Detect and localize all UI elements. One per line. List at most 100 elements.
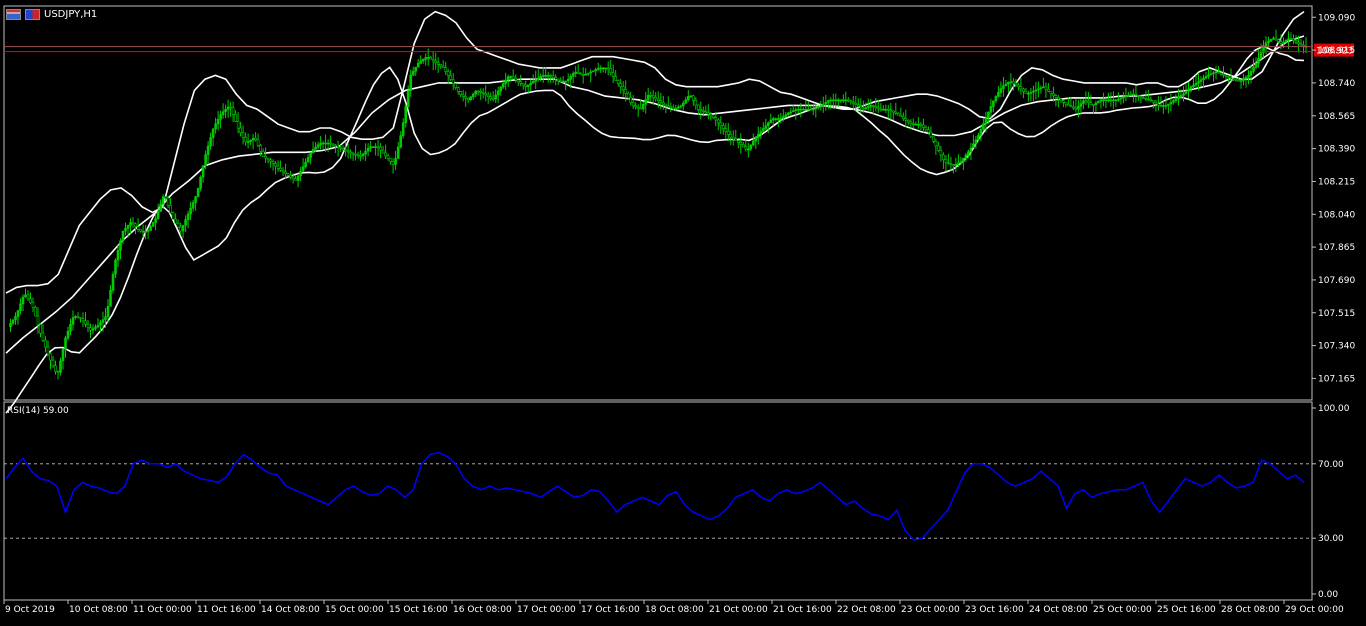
candle-body [927,129,930,133]
candle-body [376,146,380,148]
candle-body [406,90,410,107]
chart-window[interactable]: 108.923 109.090 108.915 108.740 108.565 108.… [0,0,1366,622]
time-tick-label: 23 Oct 00:00 [901,605,960,615]
candle-body [779,117,783,120]
candle-body [1137,95,1140,97]
candle-body [1009,81,1013,83]
candle-body [769,119,773,124]
candle-body [164,196,167,199]
candle-body [139,229,142,232]
candle-body [291,176,295,180]
candle-body [901,116,905,119]
candle-body [471,93,475,98]
candle-body [972,143,975,149]
candle-body [506,76,510,81]
candle-body [389,158,392,162]
candle-body [816,106,820,109]
candle-body [1104,99,1108,102]
price-tick-label: 108.740 [1318,79,1355,89]
candle-body [104,316,107,320]
candle-body [1002,85,1005,89]
candle-body [426,57,430,59]
candle-body [414,66,418,72]
candle-body [651,95,655,98]
candle-body [826,100,830,103]
candle-body [634,105,638,108]
candle-body [296,175,300,181]
candle-body [1272,37,1275,40]
candle-body [14,316,17,321]
candle-body [736,140,740,143]
candle-body [809,108,813,111]
candle-body [619,83,623,87]
time-tick-label: 17 Oct 00:00 [517,605,576,615]
candle-body [814,107,818,110]
candle-body [866,106,870,108]
candle-body [34,307,37,317]
candle-body [161,196,165,205]
candle-body [1169,102,1173,105]
candle-body [119,240,122,251]
candle-body [214,123,217,130]
candle-body [26,294,30,300]
candle-body [942,154,945,160]
candle-body [1257,57,1260,64]
candle-body [764,125,768,129]
candle-body [166,197,170,206]
candle-body [449,75,453,80]
candle-body [51,359,55,367]
candle-body [836,99,840,102]
candle-body [1274,37,1278,41]
candle-body [1302,44,1305,47]
candle-body [44,339,47,348]
candle-body [36,315,40,325]
candle-body [191,202,195,209]
candle-body [409,74,413,91]
candle-body [864,107,868,109]
candle-body [919,123,923,126]
candle-body [1147,98,1150,101]
candle-body [789,111,793,114]
candle-body [256,139,260,146]
candle-body [136,226,140,230]
rsi-tick-label: 0.00 [1318,590,1338,600]
candle-body [781,116,785,119]
candle-body [954,163,958,166]
candle-body [59,360,62,373]
candle-body [366,147,370,152]
candle-body [1094,102,1098,106]
candle-body [1159,105,1163,107]
candle-body [1242,78,1245,81]
candle-body [967,151,970,156]
candle-body [886,108,890,111]
candle-body [706,112,710,115]
candle-body [766,122,770,127]
candle-body [171,212,175,220]
candle-body [839,99,843,102]
candle-body [129,222,132,226]
candle-body [591,70,595,73]
candle-body [116,250,120,261]
candle-body [1119,97,1123,100]
candle-body [1082,100,1085,104]
chart-window-icon [6,9,21,20]
candle-body [699,109,703,111]
candle-body [416,62,420,68]
candle-body [1299,43,1303,46]
candle-body [994,96,998,102]
candle-body [21,296,25,305]
time-tick-label: 24 Oct 08:00 [1029,605,1088,615]
rsi-tick-label: 100.00 [1318,404,1350,414]
candle-body [549,75,553,77]
time-tick-label: 22 Oct 08:00 [837,605,896,615]
chart-canvas[interactable]: 108.923 109.090108.915108.740108.565108.… [0,0,1366,622]
candle-body [666,105,670,108]
candle-body [671,107,675,110]
candle-body [344,149,347,152]
candle-body [631,102,635,107]
candle-body [611,72,615,77]
candle-body [299,170,302,177]
candle-body [659,100,663,103]
candle-body [959,161,963,164]
candle-body [1049,91,1053,95]
